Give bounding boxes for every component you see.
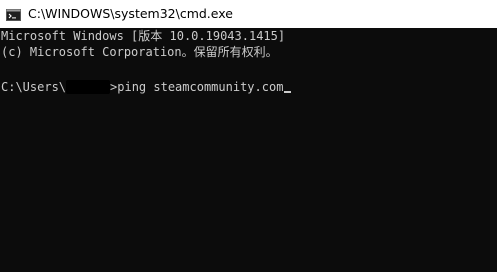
console-output[interactable]: Microsoft Windows [版本 10.0.19043.1415] (… [0, 28, 497, 272]
prompt-command: >ping steamcommunity.com [110, 80, 284, 94]
console-line-copyright: (c) Microsoft Corporation。保留所有权利。 [1, 45, 278, 59]
redacted-username [66, 80, 111, 94]
window-title: C:\WINDOWS\system32\cmd.exe [28, 6, 233, 21]
title-bar[interactable]: C:\WINDOWS\system32\cmd.exe [0, 0, 497, 28]
console-line-version: Microsoft Windows [版本 10.0.19043.1415] [1, 29, 286, 43]
text-cursor [284, 91, 292, 93]
prompt-path-prefix: C:\Users\ [1, 80, 67, 94]
cmd-console-icon [6, 8, 21, 21]
console-prompt-line[interactable]: C:\Users\ >ping steamcommunity.com [1, 79, 292, 95]
cmd-window: C:\WINDOWS\system32\cmd.exe Microsoft Wi… [0, 0, 497, 272]
